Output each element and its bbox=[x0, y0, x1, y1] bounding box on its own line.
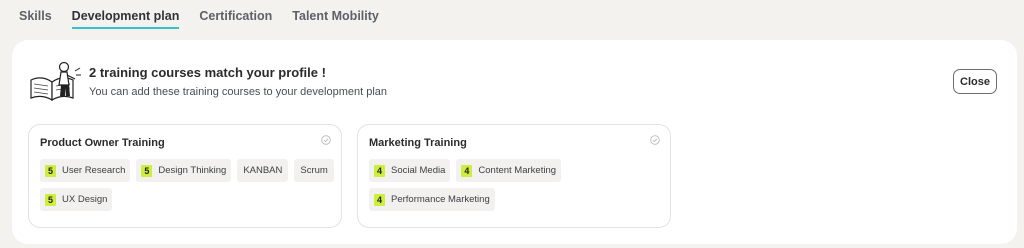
skill-tag: Scrum bbox=[294, 159, 334, 182]
check-circle-icon[interactable] bbox=[321, 135, 331, 145]
skill-level-badge: 4 bbox=[374, 164, 385, 177]
skill-tag: 5 UX Design bbox=[40, 188, 113, 211]
course-card-product-owner[interactable]: Product Owner Training 5 User Research 5… bbox=[28, 124, 342, 228]
skill-name: Scrum bbox=[300, 165, 328, 176]
skill-tag-list: 4 Social Media 4 Content Marketing 4 Per… bbox=[369, 159, 663, 211]
check-circle-icon[interactable] bbox=[650, 135, 660, 145]
tab-development-plan[interactable]: Development plan bbox=[71, 0, 180, 29]
training-match-panel: 2 training courses match your profile ! … bbox=[12, 40, 1017, 244]
skill-name: Performance Marketing bbox=[391, 194, 490, 205]
match-subline: You can add these training courses to yo… bbox=[89, 86, 388, 98]
course-title: Marketing Training bbox=[369, 137, 467, 149]
skill-tag-list: 5 User Research 5 Design Thinking KANBAN… bbox=[40, 159, 334, 211]
skill-level-badge: 4 bbox=[461, 164, 473, 177]
skill-tag: 4 Performance Marketing bbox=[369, 188, 495, 211]
skill-name: Design Thinking bbox=[158, 165, 227, 176]
skill-name: Content Marketing bbox=[478, 165, 557, 176]
skill-level-badge: 4 bbox=[374, 193, 385, 206]
skill-tag: 4 Social Media bbox=[369, 159, 451, 182]
skill-level-badge: 5 bbox=[45, 193, 56, 206]
person-reading-book-illustration bbox=[30, 61, 81, 102]
course-title: Product Owner Training bbox=[40, 137, 165, 149]
skill-name: Social Media bbox=[391, 165, 446, 176]
tab-talent-mobility[interactable]: Talent Mobility bbox=[292, 0, 379, 29]
skill-level-badge: 5 bbox=[141, 164, 153, 177]
tab-skills[interactable]: Skills bbox=[19, 0, 52, 29]
skill-tag: KANBAN bbox=[237, 159, 289, 182]
skill-name: User Research bbox=[62, 165, 126, 176]
skill-tag: 5 User Research bbox=[40, 159, 131, 182]
skill-tag: 4 Content Marketing bbox=[456, 159, 562, 182]
skill-name: UX Design bbox=[62, 194, 108, 205]
skill-name: KANBAN bbox=[243, 165, 283, 176]
tab-certification[interactable]: Certification bbox=[199, 0, 272, 29]
close-button[interactable]: Close bbox=[953, 69, 997, 94]
course-card-marketing[interactable]: Marketing Training 4 Social Media 4 Cont… bbox=[357, 124, 671, 228]
skill-tag: 5 Design Thinking bbox=[136, 159, 232, 182]
match-headline: 2 training courses match your profile ! bbox=[89, 65, 326, 80]
tab-bar: Skills Development plan Certification Ta… bbox=[19, 0, 379, 32]
skill-level-badge: 5 bbox=[45, 164, 56, 177]
